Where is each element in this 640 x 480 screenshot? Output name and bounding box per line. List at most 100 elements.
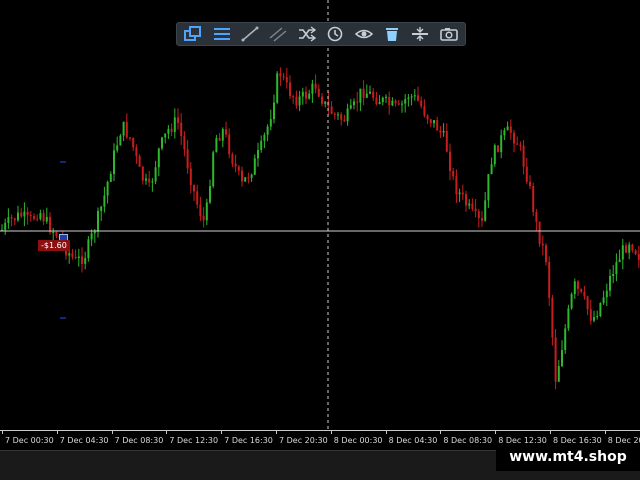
candle-body [125,121,128,138]
candle-body [26,211,29,216]
watermark: www.mt4.shop [496,443,640,471]
candle-body [625,245,627,253]
candle-body [580,288,583,292]
candle-body [343,119,346,122]
time-tick-mark [56,431,58,434]
candle-body [285,77,288,83]
trendline-button[interactable] [238,23,262,45]
candle-body [605,290,608,298]
time-tick-label: 8 Dec 00:30 [333,436,383,445]
candle-body [500,135,503,153]
candle-body [138,155,141,167]
candle-body [199,204,202,216]
clock-icon [327,26,343,42]
time-tick-mark [550,431,551,434]
candle-body [301,91,304,97]
candle-body [410,96,413,98]
candle-body [615,262,618,275]
candle-body [145,178,147,181]
eye-button[interactable] [351,23,375,45]
candle-body [529,181,531,187]
candle-body [525,166,528,182]
candle-body [221,129,224,141]
candle-body [183,136,186,150]
split-icon [412,27,429,41]
candle-body [532,186,535,213]
time-tick-mark [604,431,606,434]
candle-body [634,250,637,254]
candle-body [260,140,263,151]
candle-body [609,275,611,291]
screenshot-button[interactable] [437,23,461,45]
candle-body [157,148,160,168]
candle-body [465,194,467,206]
candle-body [289,82,291,97]
candle-body [269,119,272,127]
candle-body [497,145,499,153]
candle-body [449,151,451,171]
candle-body [170,128,173,132]
candle-body [237,166,240,171]
trash-icon [386,28,399,41]
candle-body [509,126,512,133]
candle-body [388,96,391,106]
shuffle-button[interactable] [295,23,319,45]
candle-body [74,256,77,259]
candle-body [4,222,7,230]
candle-body [196,191,199,205]
time-tick-label: 7 Dec 08:30 [114,436,164,445]
candle-body [369,91,371,94]
candle-body [554,337,557,382]
candle-body [282,76,285,78]
candle-body [567,308,570,329]
candle-body [218,138,221,141]
candle-body [263,134,266,141]
price-chart[interactable] [0,0,640,430]
candle-body [13,218,16,221]
candle-body [436,120,439,131]
time-tick-mark [440,431,442,434]
time-tick-label: 7 Dec 00:30 [5,436,54,445]
candle-body [506,126,509,131]
parallel-lines-icon [269,27,287,42]
candlestick-chart[interactable] [0,0,640,430]
parallel-lines-button[interactable] [266,23,290,45]
candle-body [522,145,525,167]
candle-body [177,117,179,123]
candle-body [276,73,279,103]
candle-body [202,215,205,221]
candle-body [186,149,189,169]
candle-body [87,239,90,259]
candle-body [561,350,563,367]
candle-body [33,216,35,219]
candle-body [167,128,170,134]
candle-body [52,231,55,233]
candle-body [81,256,83,264]
trade-pl-label[interactable]: -$1.60 [38,240,70,251]
windows-button[interactable] [181,23,205,45]
candle-body [394,100,397,104]
candle-body [314,83,317,89]
time-tick-mark [276,431,277,434]
time-tick-mark [385,431,387,434]
candle-body [141,166,144,181]
candle-body [231,154,234,164]
time-tick-label: 7 Dec 04:30 [59,436,109,445]
candle-body [109,173,112,182]
candle-body [71,253,74,257]
split-button[interactable] [408,23,432,45]
time-tick-mark [221,431,223,434]
candle-body [119,135,122,146]
candle-body [439,130,442,133]
time-tick-label: 7 Dec 12:30 [169,436,219,445]
clock-button[interactable] [323,23,347,45]
candle-body [586,296,589,310]
menu-button[interactable] [209,23,233,45]
candle-body [340,114,343,120]
candle-body [330,106,333,114]
candle-body [372,91,375,98]
candle-body [503,130,506,136]
trash-button[interactable] [380,23,404,45]
eye-icon [354,29,373,39]
candle-body [17,212,19,221]
